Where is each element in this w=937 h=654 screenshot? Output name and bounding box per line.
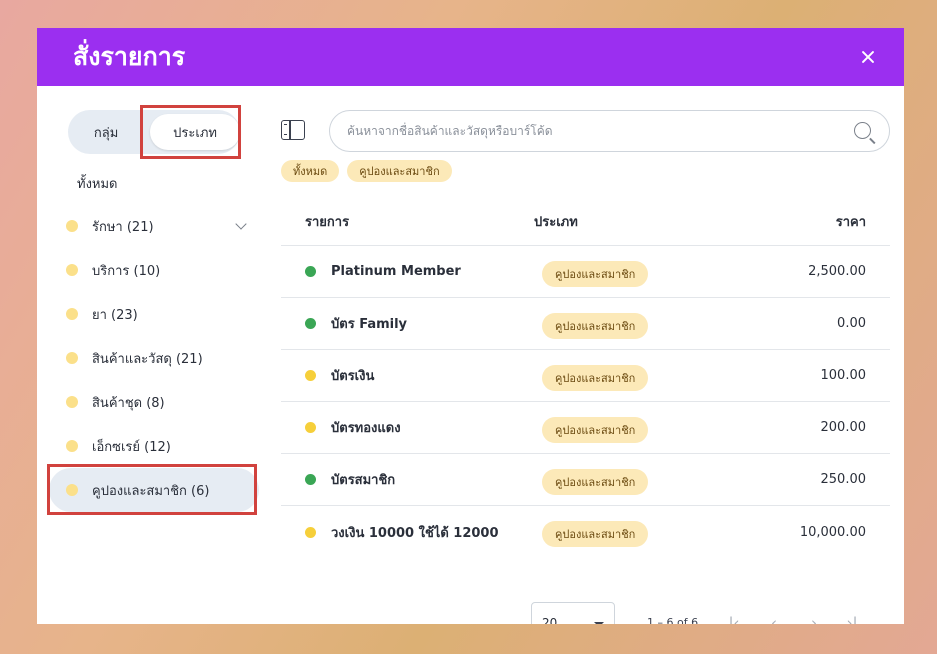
modal-header: สั่งรายการ	[37, 28, 904, 86]
item-name: Platinum Member	[331, 264, 461, 279]
category-label: สินค้าและวัสดุ (21)	[92, 351, 203, 367]
category-label: รักษา (21)	[92, 219, 154, 235]
toggle-group-button[interactable]: กลุ่ม	[68, 114, 144, 150]
item-price: 250.00	[820, 472, 867, 487]
header-name: รายการ	[305, 215, 350, 230]
row-type-cell: คูปองและสมาชิก	[534, 465, 734, 495]
chevron-down-icon[interactable]	[235, 218, 247, 230]
item-name: บัตร Family	[331, 317, 408, 332]
page-size-select[interactable]: 20	[531, 602, 615, 624]
item-price: 10,000.00	[799, 524, 866, 540]
category-item[interactable]: รักษา (21)	[49, 204, 259, 248]
filter-chips: ทั้งหมด คูปองและสมาชิก	[281, 160, 452, 182]
table-row[interactable]: วงเงิน 10000 ใช้ได้ 12000 คูปองและสมาชิก 1…	[281, 506, 890, 558]
item-price: 2,500.00	[808, 264, 866, 279]
row-name-cell: บัตรสมาชิก	[281, 469, 534, 490]
item-price: 200.00	[820, 420, 867, 435]
status-dot	[305, 370, 316, 381]
row-type-cell: คูปองและสมาชิก	[534, 517, 734, 547]
first-page-icon[interactable]: |‹	[723, 612, 745, 624]
header-type: ประเภท	[534, 215, 578, 230]
row-name-cell: วงเงิน 10000 ใช้ได้ 12000	[281, 522, 534, 543]
table-row[interactable]: บัตรเงิน คูปองและสมาชิก 100.00	[281, 350, 890, 402]
type-badge: คูปองและสมาชิก	[542, 521, 649, 547]
table-row[interactable]: บัตรสมาชิก คูปองและสมาชิก 250.00	[281, 454, 890, 506]
category-dot	[66, 220, 78, 232]
last-page-icon[interactable]: ›|	[841, 612, 863, 624]
highlight-box	[47, 464, 257, 515]
page-range: 1 – 6 of 6	[647, 616, 699, 624]
search-box	[329, 110, 890, 152]
caret-down-icon	[594, 622, 604, 624]
category-dot	[66, 352, 78, 364]
sidebar-toggle-icon[interactable]	[281, 120, 305, 140]
filter-chip[interactable]: ทั้งหมด	[281, 160, 340, 182]
highlight-box	[140, 105, 241, 159]
type-badge: คูปองและสมาชิก	[542, 416, 649, 443]
status-dot	[305, 474, 316, 485]
header-price: ราคา	[835, 215, 866, 230]
type-badge: คูปองและสมาชิก	[542, 364, 649, 391]
category-label: ยา (23)	[92, 307, 138, 323]
row-name-cell: บัตรทองแดง	[281, 417, 534, 438]
table-row[interactable]: บัตรทองแดง คูปองและสมาชิก 200.00	[281, 402, 890, 454]
item-price: 0.00	[837, 316, 866, 331]
item-name: วงเงิน 10000 ใช้ได้ 12000	[331, 525, 499, 541]
row-type-cell: คูปองและสมาชิก	[534, 257, 734, 287]
order-modal: สั่งรายการ กลุ่ม ประเภท ทั้งหมด รักษา (2…	[37, 28, 904, 624]
row-name-cell: บัตรเงิน	[281, 365, 534, 386]
row-type-cell: คูปองและสมาชิก	[534, 309, 734, 339]
category-dot	[66, 396, 78, 408]
category-label: สินค้าชุด (8)	[92, 395, 165, 411]
item-name: บัตรสมาชิก	[331, 473, 396, 488]
search-icon[interactable]	[854, 122, 871, 139]
prev-page-icon[interactable]: ‹	[763, 612, 785, 624]
type-badge: คูปองและสมาชิก	[542, 312, 649, 339]
items-table: รายการ ประเภท ราคา Platinum Member คูปองแ…	[281, 198, 890, 558]
table-header: รายการ ประเภท ราคา	[281, 198, 890, 246]
filter-chip[interactable]: คูปองและสมาชิก	[347, 160, 452, 182]
item-price: 100.00	[820, 368, 867, 383]
all-categories-label[interactable]: ทั้งหมด	[77, 173, 118, 194]
next-page-icon[interactable]: ›	[803, 612, 825, 624]
item-name: บัตรทองแดง	[331, 421, 401, 436]
row-name-cell: Platinum Member	[281, 264, 534, 279]
modal-title: สั่งรายการ	[73, 42, 186, 71]
category-item[interactable]: เอ็กซเรย์ (12)	[49, 424, 259, 468]
table-row[interactable]: บัตร Family คูปองและสมาชิก 0.00	[281, 298, 890, 350]
category-dot	[66, 308, 78, 320]
category-item[interactable]: สินค้าชุด (8)	[49, 380, 259, 424]
category-label: เอ็กซเรย์ (12)	[92, 439, 171, 455]
close-icon[interactable]	[854, 43, 882, 71]
page-size-value: 20	[542, 616, 558, 624]
status-dot	[305, 318, 316, 329]
table-row[interactable]: Platinum Member คูปองและสมาชิก 2,500.00	[281, 246, 890, 298]
category-dot	[66, 264, 78, 276]
row-name-cell: บัตร Family	[281, 313, 534, 334]
category-item[interactable]: ยา (23)	[49, 292, 259, 336]
status-dot	[305, 266, 316, 277]
category-sidebar: กลุ่ม ประเภท ทั้งหมด รักษา (21) บริการ (…	[37, 86, 267, 624]
search-input[interactable]	[330, 111, 810, 151]
item-name: บัตรเงิน	[331, 369, 375, 384]
item-panel: ทั้งหมด คูปองและสมาชิก รายการ ประเภท ราค…	[281, 86, 890, 624]
row-type-cell: คูปองและสมาชิก	[534, 361, 734, 391]
table-body: Platinum Member คูปองและสมาชิก 2,500.00 บัต…	[281, 246, 890, 558]
status-dot	[305, 526, 316, 538]
row-type-cell: คูปองและสมาชิก	[534, 413, 734, 443]
category-dot	[66, 440, 78, 452]
category-item[interactable]: บริการ (10)	[49, 248, 259, 292]
status-dot	[305, 422, 316, 433]
category-label: บริการ (10)	[92, 263, 161, 279]
pagination: 20 1 – 6 of 6 |‹ ‹ › ›|	[531, 602, 891, 624]
category-item[interactable]: สินค้าและวัสดุ (21)	[49, 336, 259, 380]
type-badge: คูปองและสมาชิก	[542, 468, 649, 495]
type-badge: คูปองและสมาชิก	[542, 260, 649, 287]
